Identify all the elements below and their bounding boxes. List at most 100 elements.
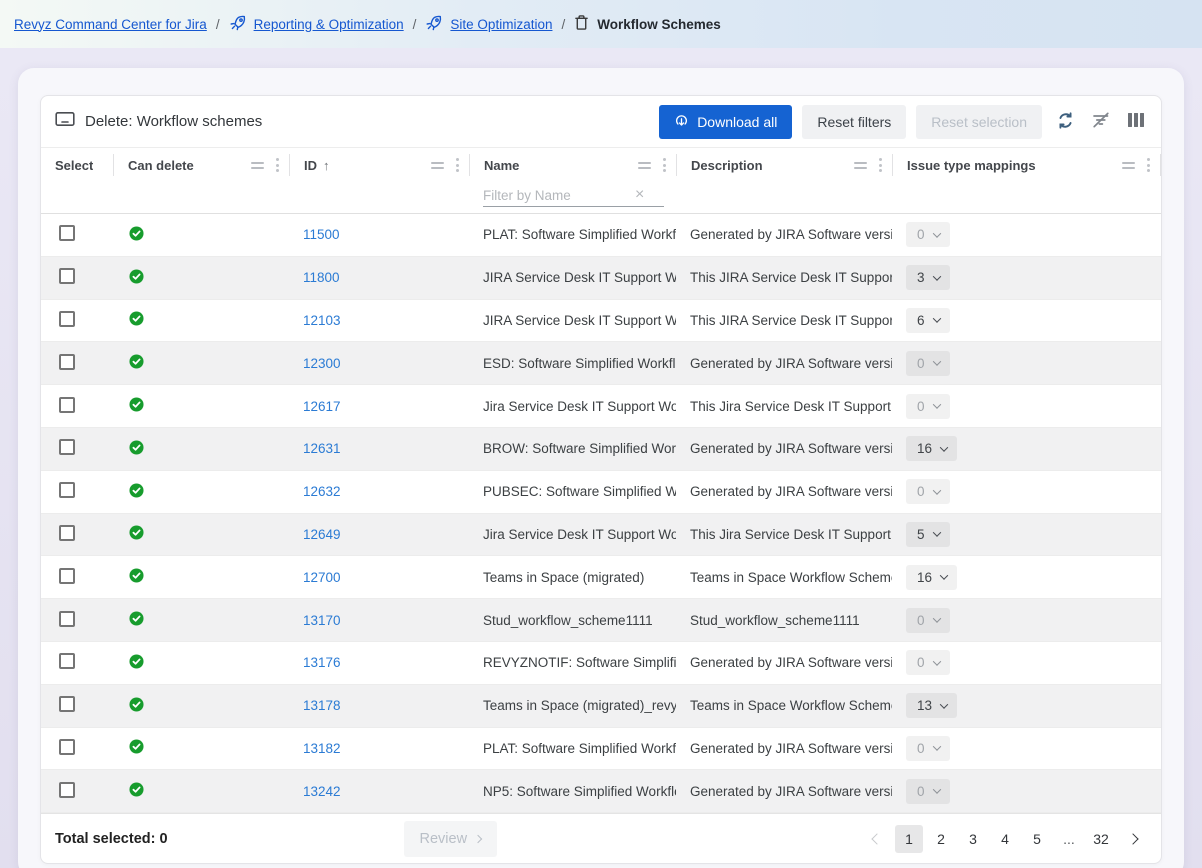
row-description: Generated by JIRA Software version [676,356,892,371]
row-id-link[interactable]: 13176 [303,655,341,670]
name-filter-input[interactable] [483,188,633,203]
row-checkbox[interactable] [59,225,75,241]
breadcrumb-link-command-center[interactable]: Revyz Command Center for Jira [14,17,207,32]
row-checkbox[interactable] [59,397,75,413]
row-id-link[interactable]: 12103 [303,313,341,328]
row-checkbox[interactable] [59,268,75,284]
row-id-link[interactable]: 11500 [303,227,340,242]
column-header-name[interactable]: Name [469,154,676,176]
mappings-dropdown[interactable]: 0 [906,650,950,675]
download-all-button[interactable]: Download all [659,105,792,139]
can-delete-cell [113,782,289,800]
column-header-can-delete[interactable]: Can delete [113,154,289,176]
select-cell [41,268,113,287]
mappings-dropdown[interactable]: 3 [906,265,950,290]
check-circle-icon [129,397,144,415]
mappings-count: 0 [917,655,925,670]
table-row: 13182 PLAT: Software Simplified Workflow… [41,728,1161,771]
mappings-dropdown[interactable]: 0 [906,394,950,419]
mappings-dropdown[interactable]: 16 [906,436,957,461]
row-description: Generated by JIRA Software version [676,741,892,756]
mappings-dropdown[interactable]: 6 [906,308,950,333]
row-id-link[interactable]: 12300 [303,356,341,371]
filter-lines-icon[interactable] [251,162,264,169]
row-checkbox[interactable] [59,525,75,541]
check-circle-icon [129,568,144,586]
row-id-link[interactable]: 13182 [303,741,341,756]
filter-lines-icon[interactable] [854,162,867,169]
row-id-link[interactable]: 13178 [303,698,341,713]
pagination-page-4[interactable]: 4 [991,825,1019,853]
column-menu-icon[interactable] [661,156,668,174]
row-id-link[interactable]: 12617 [303,399,341,414]
column-menu-icon[interactable] [274,156,281,174]
mappings-dropdown[interactable]: 16 [906,565,957,590]
id-cell: 13170 [289,613,469,628]
mappings-dropdown[interactable]: 0 [906,736,950,761]
mappings-dropdown[interactable]: 0 [906,351,950,376]
column-menu-icon[interactable] [877,156,884,174]
check-circle-icon [129,611,144,629]
select-cell [41,354,113,373]
row-description: Generated by JIRA Software version [676,784,892,799]
pagination-page-32[interactable]: 32 [1087,825,1115,853]
row-checkbox[interactable] [59,568,75,584]
mappings-cell: 0 [892,650,1161,675]
row-checkbox[interactable] [59,653,75,669]
mappings-dropdown[interactable]: 5 [906,522,950,547]
mappings-dropdown[interactable]: 0 [906,779,950,804]
row-id-link[interactable]: 13170 [303,613,341,628]
row-id-link[interactable]: 12649 [303,527,341,542]
pagination-page-1[interactable]: 1 [895,825,923,853]
row-checkbox[interactable] [59,482,75,498]
clear-filters-button[interactable] [1089,109,1113,134]
column-menu-icon[interactable] [1145,156,1152,174]
mappings-dropdown[interactable]: 0 [906,222,950,247]
id-cell: 13176 [289,655,469,670]
chevron-down-icon [932,743,940,751]
row-id-link[interactable]: 11800 [303,270,340,285]
row-checkbox[interactable] [59,739,75,755]
row-checkbox[interactable] [59,311,75,327]
column-header-id[interactable]: ID ↑ [289,154,469,176]
can-delete-cell [113,226,289,244]
pagination-page-2[interactable]: 2 [927,825,955,853]
mappings-dropdown[interactable]: 0 [906,608,950,633]
column-menu-icon[interactable] [454,156,461,174]
row-checkbox[interactable] [59,354,75,370]
check-circle-icon [129,525,144,543]
row-id-link[interactable]: 12700 [303,570,341,585]
breadcrumb-link-site-optimization[interactable]: Site Optimization [450,17,552,32]
mappings-cell: 0 [892,736,1161,761]
reset-filters-button[interactable]: Reset filters [802,105,906,139]
column-header-description[interactable]: Description [676,154,892,176]
row-checkbox[interactable] [59,696,75,712]
pagination-page-3[interactable]: 3 [959,825,987,853]
refresh-button[interactable] [1054,109,1077,135]
pagination-next[interactable] [1119,825,1147,853]
mappings-cell: 0 [892,351,1161,376]
chevron-down-icon [940,572,948,580]
mappings-dropdown[interactable]: 0 [906,479,950,504]
row-checkbox[interactable] [59,782,75,798]
row-id-link[interactable]: 12631 [303,441,341,456]
column-header-issue-type-mappings[interactable]: Issue type mappings [892,154,1161,176]
breadcrumb-link-reporting[interactable]: Reporting & Optimization [254,17,404,32]
row-description: Teams in Space Workflow Schemes [676,570,892,585]
mappings-dropdown[interactable]: 13 [906,693,957,718]
column-settings-button[interactable] [1125,110,1147,133]
pagination-page-5[interactable]: 5 [1023,825,1051,853]
row-id-link[interactable]: 13242 [303,784,341,799]
filter-lines-icon[interactable] [431,162,444,169]
clear-filter-icon[interactable]: × [633,187,646,203]
row-id-link[interactable]: 12632 [303,484,341,499]
mappings-cell: 16 [892,436,1161,461]
check-circle-icon [129,483,144,501]
total-selected-label: Total selected: 0 [55,831,168,847]
row-checkbox[interactable] [59,439,75,455]
table-row: 13178 Teams in Space (migrated)_revyzt T… [41,685,1161,728]
review-button: Review [404,821,498,857]
filter-lines-icon[interactable] [1122,162,1135,169]
filter-lines-icon[interactable] [638,162,651,169]
row-checkbox[interactable] [59,611,75,627]
